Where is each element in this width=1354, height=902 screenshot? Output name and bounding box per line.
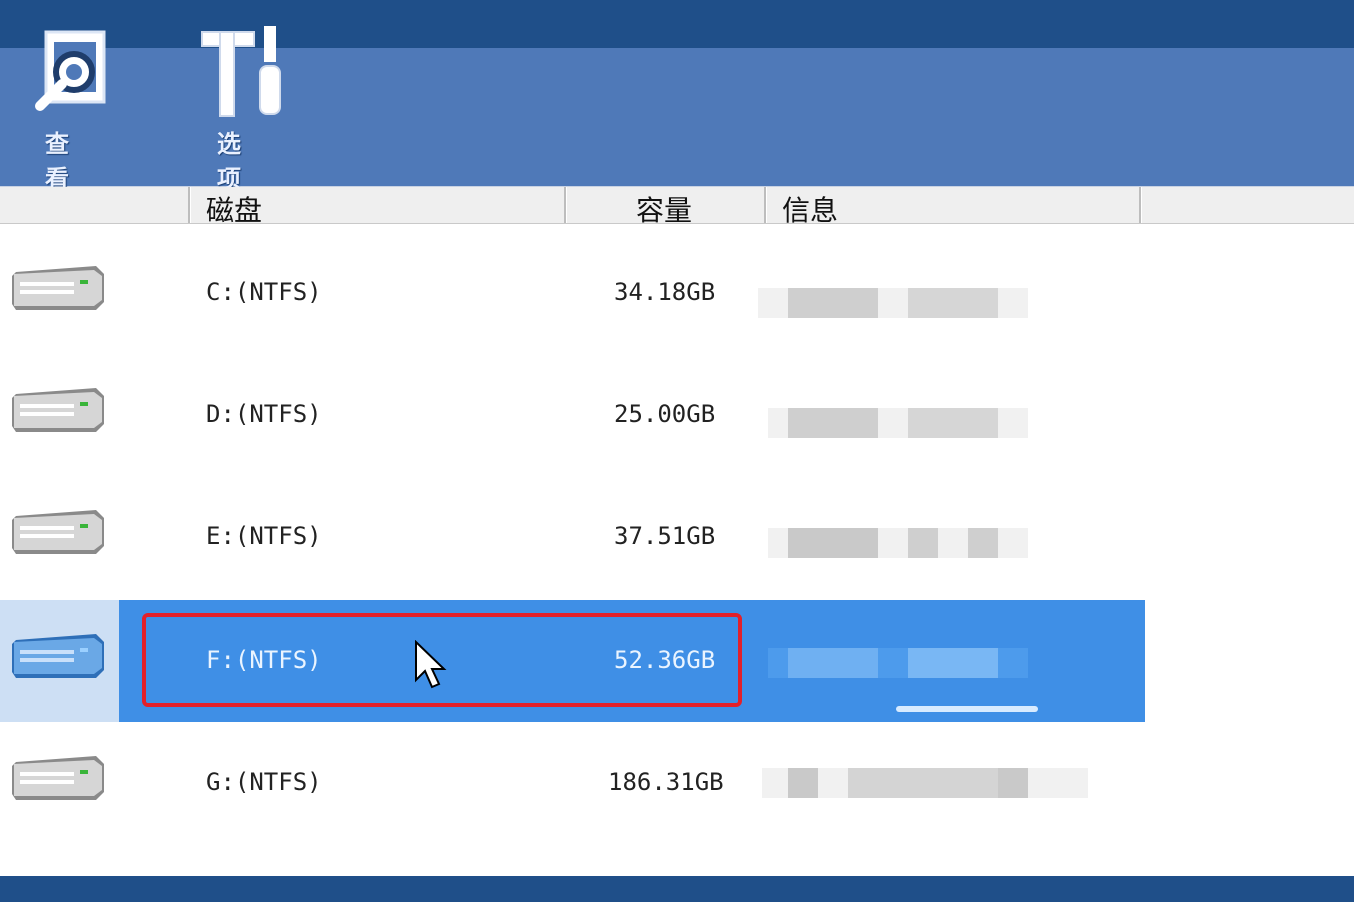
hard-drive-icon [12, 634, 104, 678]
column-divider[interactable] [188, 187, 191, 223]
disk-capacity: 186.31GB [608, 768, 724, 796]
disk-name: G:(NTFS) [206, 768, 322, 796]
info-value [768, 408, 1028, 438]
disk-capacity: 34.18GB [614, 278, 716, 306]
hard-drive-icon [12, 266, 104, 310]
info-value [768, 528, 1028, 558]
disk-capacity: 25.00GB [614, 400, 716, 428]
column-disk[interactable]: 磁盘 [206, 189, 262, 229]
toolbar: 查 看 选 项 [0, 26, 1354, 193]
disk-capacity: 37.51GB [614, 522, 716, 550]
options-label: 选 项 [217, 130, 271, 193]
drive-row[interactable]: G:(NTFS) 186.31GB [0, 722, 1354, 844]
column-divider[interactable] [1139, 187, 1142, 223]
column-info[interactable]: 信息 [782, 189, 838, 229]
column-capacity[interactable]: 容量 [636, 189, 692, 229]
underline-mark [896, 706, 1038, 712]
drive-row[interactable]: E:(NTFS) 37.51GB [0, 476, 1354, 598]
disk-name: D:(NTFS) [206, 400, 322, 428]
hard-drive-icon [12, 510, 104, 554]
info-value [758, 288, 1028, 318]
disk-name: E:(NTFS) [206, 522, 322, 550]
drive-row[interactable]: C:(NTFS) 34.18GB [0, 232, 1354, 354]
status-bar [0, 876, 1354, 902]
column-divider[interactable] [764, 187, 767, 223]
mouse-pointer-icon [415, 640, 447, 689]
hard-drive-icon [12, 388, 104, 432]
disk-name: C:(NTFS) [206, 278, 322, 306]
tools-icon [201, 26, 281, 117]
info-value [768, 648, 1028, 678]
info-value [762, 768, 1088, 798]
column-divider[interactable] [564, 187, 567, 223]
column-header: 磁盘 容量 信息 [0, 187, 1354, 227]
view-label: 查 看 [45, 130, 99, 193]
view-button[interactable]: 查 看 [4, 12, 124, 193]
magnifier-icon [35, 30, 106, 111]
drive-row[interactable]: D:(NTFS) 25.00GB [0, 354, 1354, 476]
hard-drive-icon [12, 756, 104, 800]
options-button[interactable]: 选 项 [176, 12, 296, 193]
